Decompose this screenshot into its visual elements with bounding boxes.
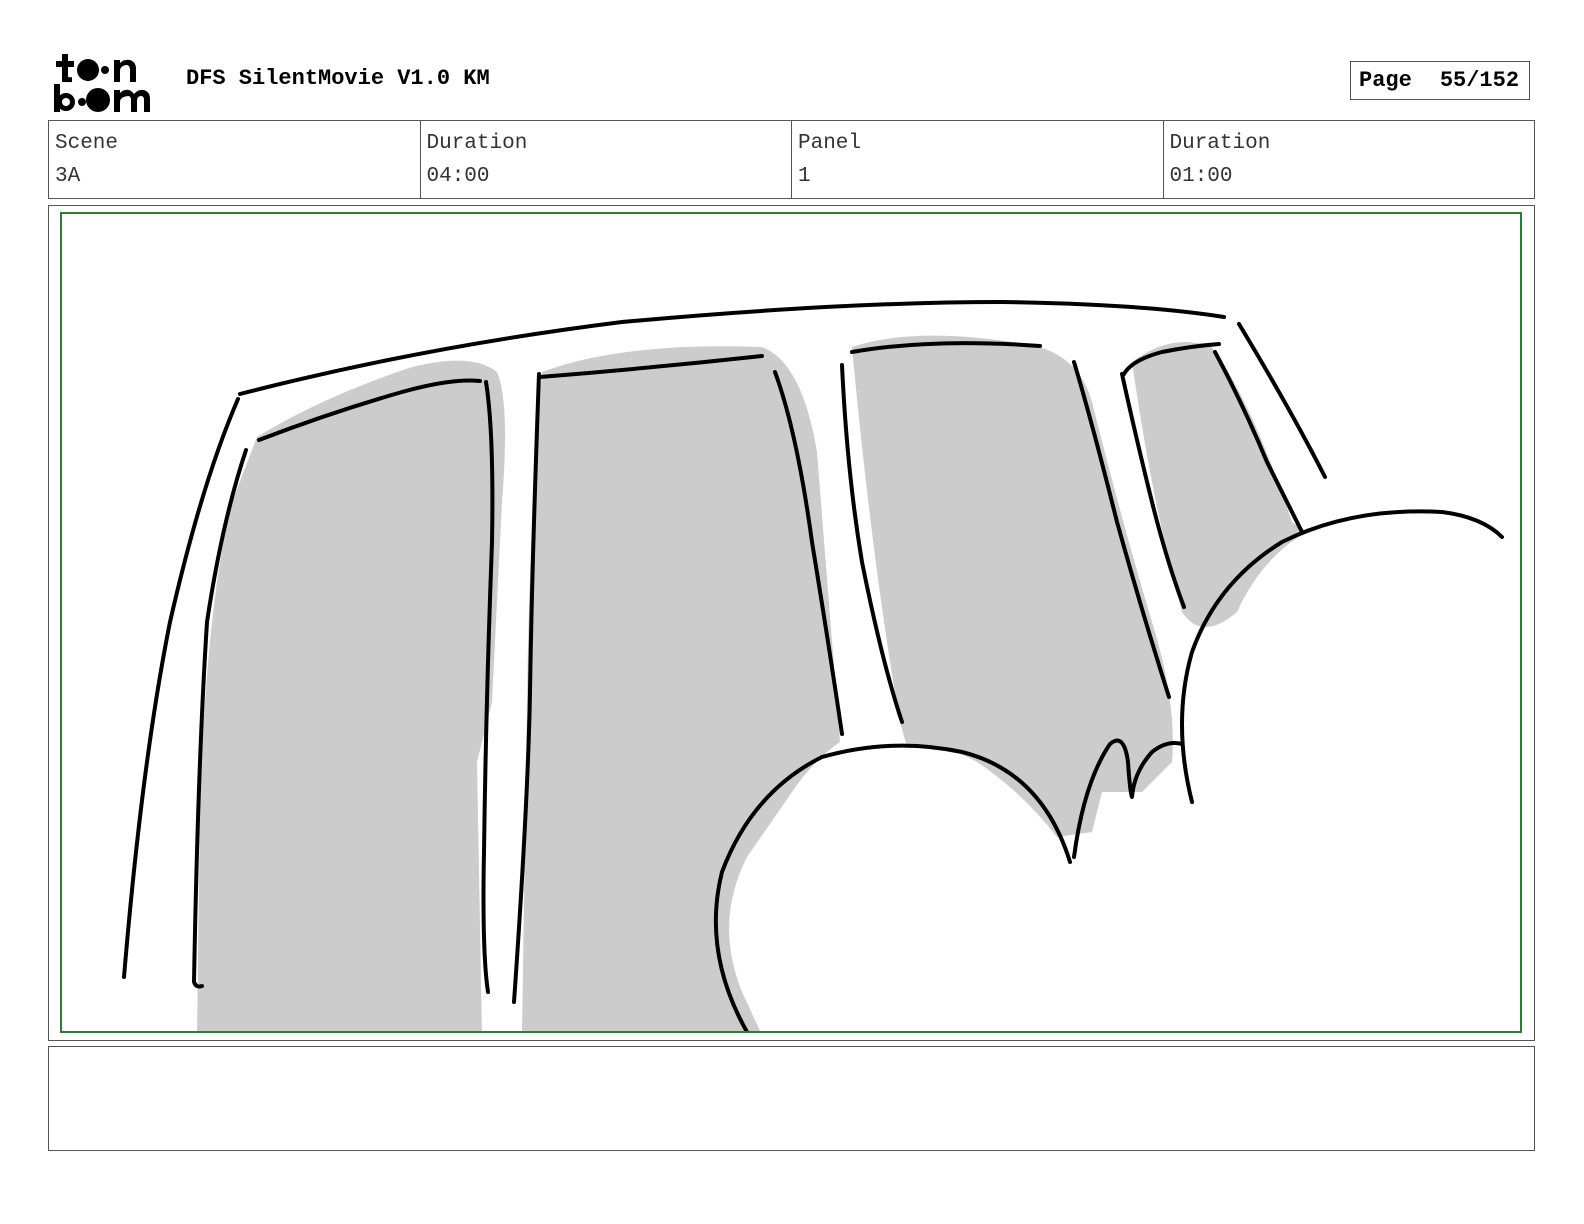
scene-label: Scene <box>55 132 119 155</box>
scene-duration-label: Duration <box>426 132 528 155</box>
scene-info-table: Scene 3A Duration 04:00 Panel 1 Duration… <box>48 120 1535 199</box>
page-number: 55/152 <box>1439 68 1520 93</box>
scene-duration-value: 04:00 <box>426 165 490 188</box>
panel-duration-value: 01:00 <box>1169 165 1233 188</box>
page-indicator: Page 55/152 <box>1350 61 1530 100</box>
page-label: Page <box>1359 68 1412 93</box>
window-shading <box>197 335 1307 1031</box>
car-sketch-illustration <box>122 300 1504 1031</box>
panel-label: Panel <box>798 132 862 155</box>
storyboard-panel-drawing <box>60 212 1522 1033</box>
document-title: DFS SilentMovie V1.0 KM <box>186 66 490 91</box>
scene-duration-cell: Duration 04:00 <box>421 121 792 198</box>
panel-cell: Panel 1 <box>792 121 1164 198</box>
toon-boom-logo-icon <box>54 54 150 112</box>
toon-boom-logo <box>50 50 165 114</box>
panel-notes-box <box>48 1046 1535 1151</box>
panel-value: 1 <box>798 165 811 188</box>
panel-duration-cell: Duration 01:00 <box>1164 121 1535 198</box>
panel-duration-label: Duration <box>1169 132 1271 155</box>
scene-cell: Scene 3A <box>49 121 421 198</box>
scene-value: 3A <box>55 165 81 188</box>
